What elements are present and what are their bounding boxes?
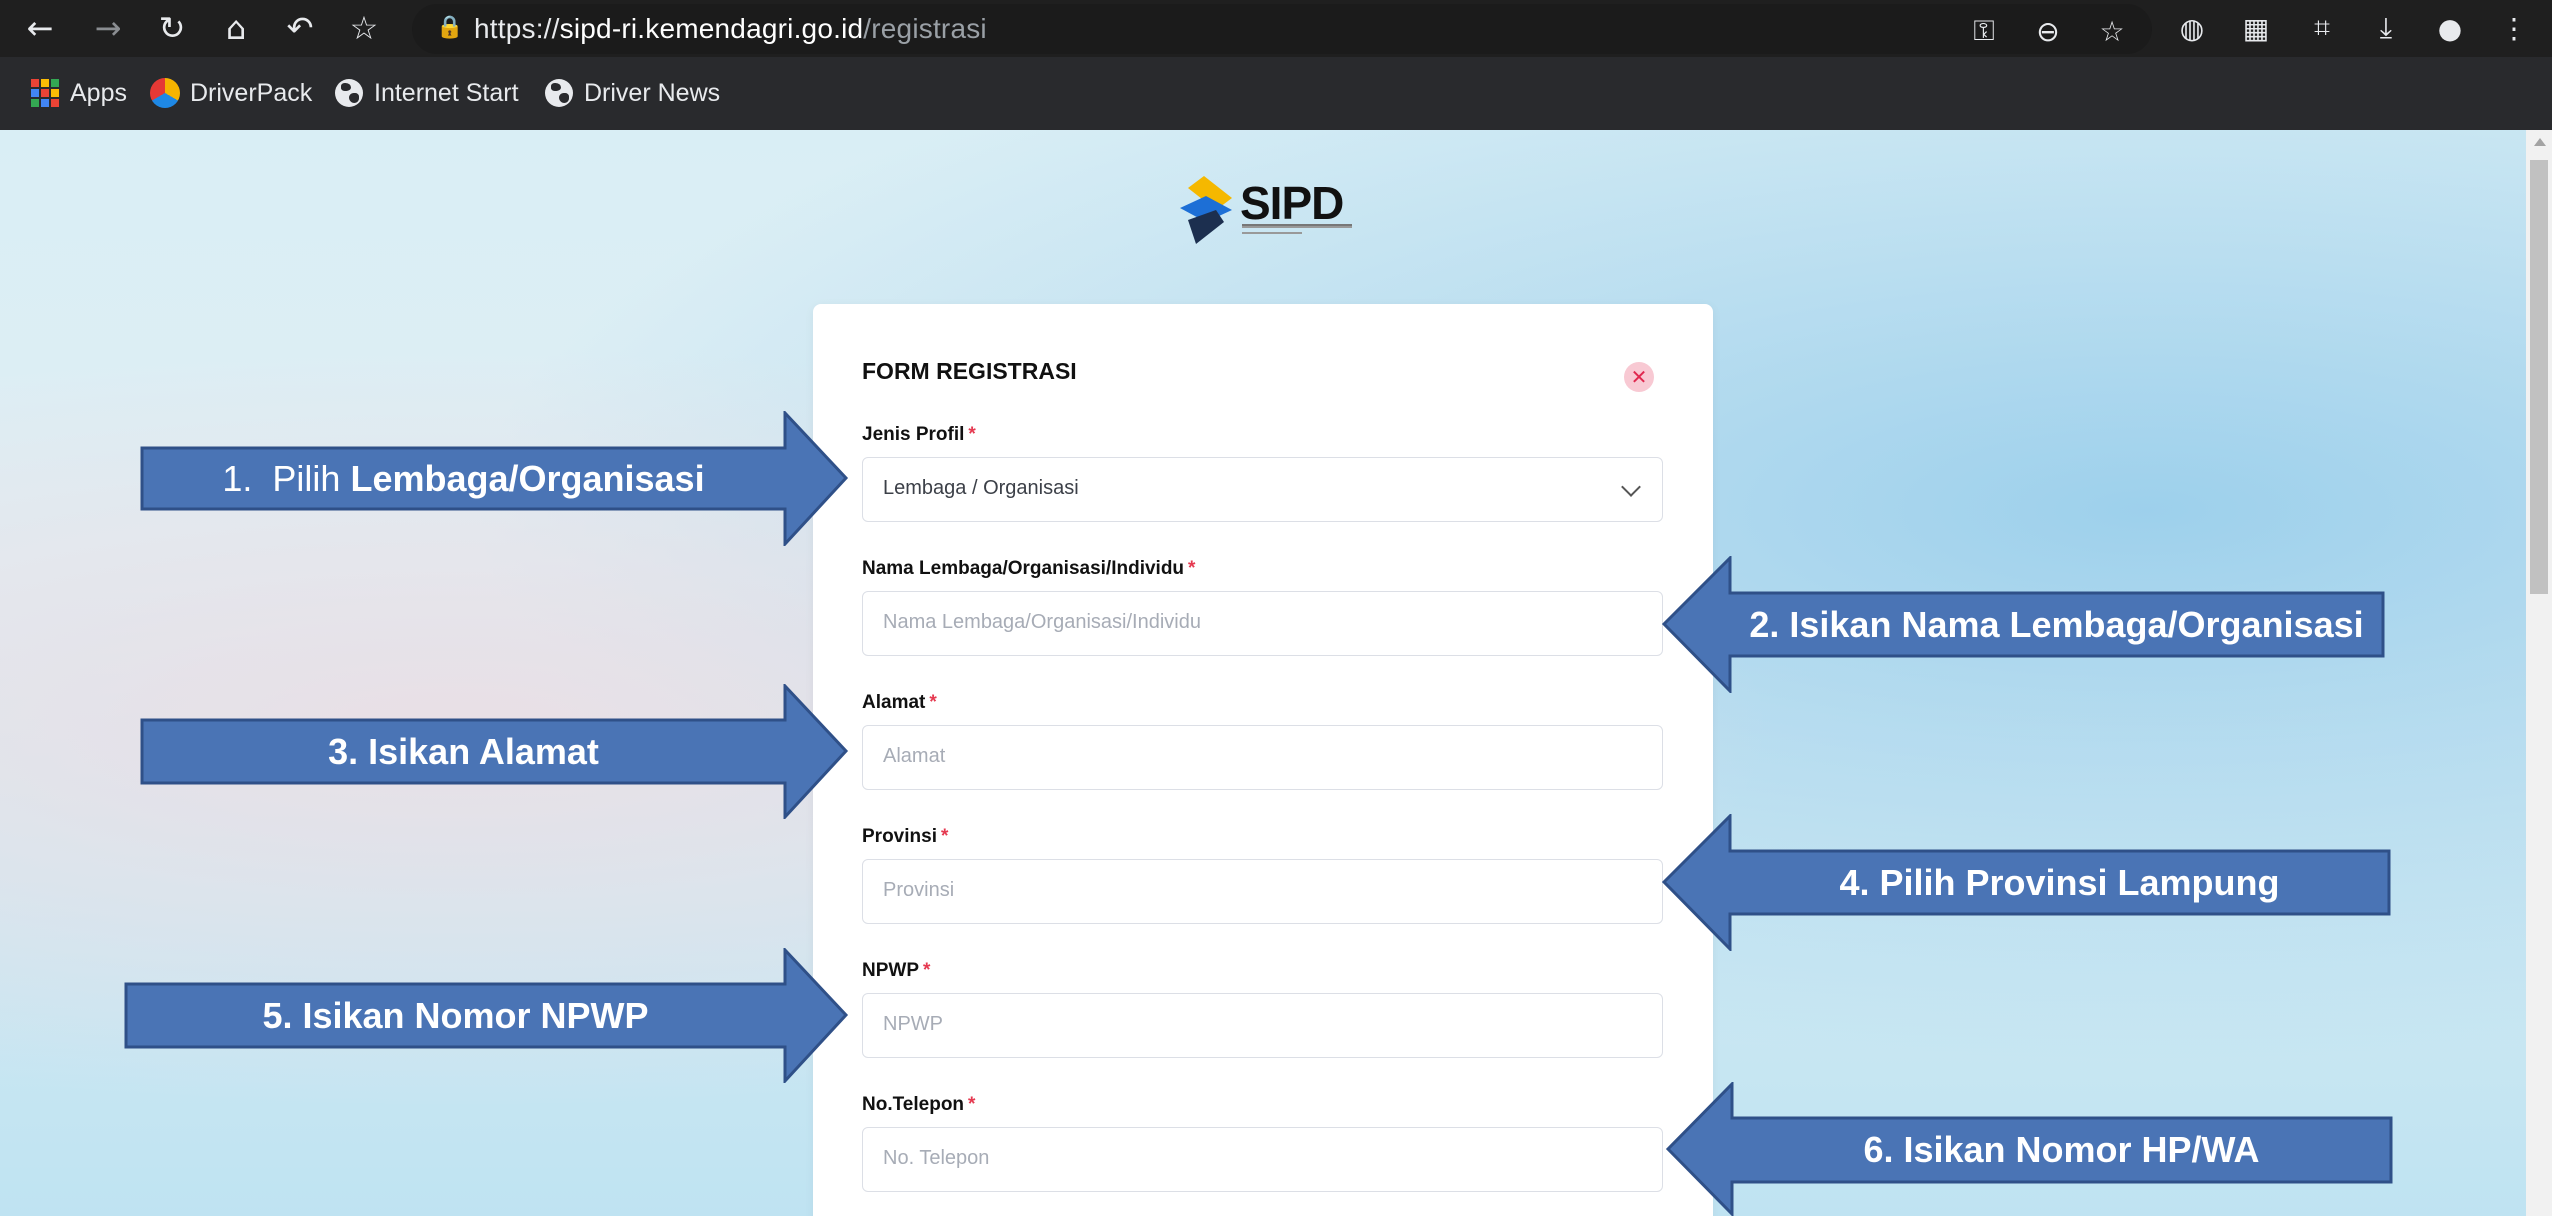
chevron-down-icon <box>1621 477 1641 497</box>
select-value: Lembaga / Organisasi <box>883 477 1079 499</box>
annotation-bold: 4. Pilih Provinsi Lampung <box>1839 861 2280 903</box>
address-bar[interactable]: 🔒 https://sipd-ri.kemendagri.go.id/regis… <box>412 4 2152 54</box>
provinsi-input[interactable]: Provinsi <box>862 859 1663 924</box>
download-icon[interactable]: ⤓ <box>2366 8 2406 48</box>
bookmark-star-icon[interactable]: ☆ <box>2092 11 2132 51</box>
extension-icon[interactable]: ◍ <box>2172 8 2212 48</box>
annotation-bold: 6. Isikan Nomor HP/WA <box>1863 1129 2260 1170</box>
label-alamat: Alamat * <box>862 692 937 714</box>
nama-lembaga-input[interactable]: Nama Lembaga/Organisasi/Individu <box>862 591 1663 656</box>
menu-icon[interactable]: ⋮ <box>2494 8 2534 48</box>
annotation-text-6: 6. Isikan Nomor HP/WA <box>1732 1118 2391 1182</box>
label-text: Provinsi <box>862 826 937 847</box>
annotation-text-3: 3. Isikan Alamat <box>142 720 785 783</box>
forward-icon[interactable]: → <box>86 6 130 50</box>
sipd-logo: SIPD <box>1176 176 1356 244</box>
jenis-profil-select[interactable]: Lembaga / Organisasi <box>862 457 1663 522</box>
required-mark: * <box>940 826 949 847</box>
driverpack-icon <box>150 78 180 108</box>
placeholder-text: Nama Lembaga/Organisasi/Individu <box>883 611 1201 633</box>
label-nama-lembaga: Nama Lembaga/Organisasi/Individu * <box>862 558 1195 580</box>
globe-icon <box>334 78 364 108</box>
logo-text: SIPD <box>1240 177 1344 229</box>
logo-subtitle-line <box>1242 232 1302 234</box>
required-mark: * <box>929 692 937 713</box>
no-telepon-input[interactable]: No. Telepon <box>862 1127 1663 1192</box>
scroll-up-arrow-icon[interactable] <box>2534 138 2546 146</box>
bookmark-label: Apps <box>70 78 127 107</box>
bookmark-label: Driver News <box>584 78 721 107</box>
scrollbar-thumb[interactable] <box>2530 160 2548 594</box>
url-path: /registrasi <box>863 13 987 44</box>
lock-icon: 🔒 <box>436 15 464 40</box>
label-text: Jenis Profil <box>862 424 965 445</box>
annotation-arrow-1: 1. Pilih Lembaga/Organisasi <box>140 411 850 546</box>
url-text: https://sipd-ri.kemendagri.go.id/registr… <box>474 13 987 45</box>
label-provinsi: Provinsi * <box>862 826 948 848</box>
npwp-input[interactable]: NPWP <box>862 993 1663 1058</box>
zoom-icon[interactable]: ⊖ <box>2028 11 2068 51</box>
annotation-bold: 2. Isikan Nama Lembaga/Organisasi <box>1749 603 2364 645</box>
undo-icon[interactable]: ↶ <box>278 6 322 50</box>
annotation-text-2: 2. Isikan Nama Lembaga/Organisasi <box>1730 593 2383 656</box>
url-scheme: https:// <box>474 13 560 44</box>
annotation-bold: Lembaga/Organisasi <box>350 457 705 499</box>
apps-grid-icon <box>30 78 60 108</box>
label-npwp: NPWP * <box>862 960 930 982</box>
placeholder-text: Provinsi <box>883 879 955 901</box>
label-text: No.Telepon <box>862 1094 965 1115</box>
grid-extension-icon[interactable]: ▦ <box>2236 8 2276 48</box>
sipd-logo-mark <box>1180 176 1232 244</box>
back-icon[interactable]: ← <box>18 6 62 50</box>
annotation-arrow-6: 6. Isikan Nomor HP/WA <box>1664 1082 2394 1216</box>
crop-icon[interactable]: ⌗ <box>2302 8 2342 48</box>
label-text: NPWP <box>862 960 919 981</box>
required-mark: * <box>923 960 931 981</box>
annotation-arrow-5: 5. Isikan Nomor NPWP <box>124 948 850 1083</box>
page-content: SIPD FORM REGISTRASI ✕ Jenis Profil * Lem… <box>0 130 2526 1216</box>
required-mark: * <box>968 424 976 445</box>
placeholder-text: No. Telepon <box>883 1147 990 1169</box>
annotation-text-5: 5. Isikan Nomor NPWP <box>126 984 785 1047</box>
annotation-text-1: 1. Pilih Lembaga/Organisasi <box>142 448 785 509</box>
placeholder-text: NPWP <box>883 1013 943 1035</box>
required-mark: * <box>968 1094 976 1115</box>
star-icon[interactable]: ☆ <box>342 6 386 50</box>
required-mark: * <box>1188 558 1196 579</box>
annotation-bold: 3. Isikan Alamat <box>328 730 599 772</box>
annotation-prefix: 1. Pilih <box>222 457 351 499</box>
label-jenis-profil: Jenis Profil * <box>862 424 976 446</box>
bookmark-driverpack[interactable]: DriverPack <box>150 76 312 110</box>
key-icon[interactable]: ⚿ <box>1964 11 2004 51</box>
logo-subtitle <box>1242 224 1352 228</box>
alamat-input[interactable]: Alamat <box>862 725 1663 790</box>
label-text: Alamat <box>862 692 926 713</box>
profile-icon[interactable]: ● <box>2430 8 2470 48</box>
annotation-arrow-2: 2. Isikan Nama Lembaga/Organisasi <box>1660 556 2386 693</box>
annotation-arrow-3: 3. Isikan Alamat <box>140 684 850 819</box>
close-icon[interactable]: ✕ <box>1624 362 1654 392</box>
reload-icon[interactable]: ↻ <box>150 6 194 50</box>
label-no-telepon: No.Telepon * <box>862 1094 975 1116</box>
home-icon[interactable]: ⌂ <box>214 6 258 50</box>
label-text: Nama Lembaga/Organisasi/Individu <box>862 558 1185 579</box>
page-scrollbar[interactable] <box>2526 130 2552 1216</box>
bookmark-label: DriverPack <box>190 78 313 107</box>
annotation-bold: 5. Isikan Nomor NPWP <box>262 994 649 1036</box>
browser-toolbar: ← → ↻ ⌂ ↶ ☆ 🔒 https://sipd-ri.kemendagri… <box>0 0 2552 57</box>
bookmark-driver-news[interactable]: Driver News <box>544 76 720 110</box>
globe-icon <box>544 78 574 108</box>
url-host: sipd-ri.kemendagri.go.id <box>559 13 864 44</box>
registration-form-card: FORM REGISTRASI ✕ Jenis Profil * Lembaga … <box>813 304 1713 1216</box>
annotation-arrow-4: 4. Pilih Provinsi Lampung <box>1660 814 2392 951</box>
bookmark-label: Internet Start <box>374 78 519 107</box>
annotation-text-4: 4. Pilih Provinsi Lampung <box>1730 851 2389 914</box>
form-title: FORM REGISTRASI <box>862 358 1077 384</box>
bookmark-internet-start[interactable]: Internet Start <box>334 76 519 110</box>
placeholder-text: Alamat <box>883 745 946 767</box>
bookmark-apps[interactable]: Apps <box>30 76 127 110</box>
